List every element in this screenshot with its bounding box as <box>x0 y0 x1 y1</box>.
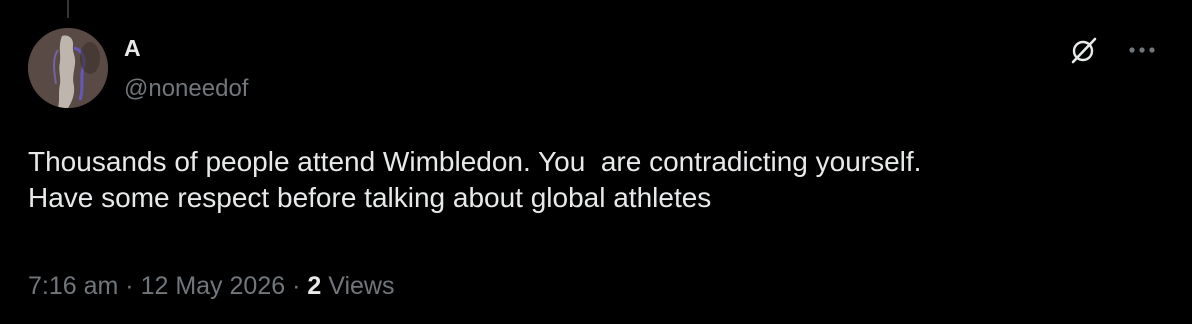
thread-connector-line <box>67 0 69 18</box>
views-count: 2 <box>307 272 322 300</box>
more-horizontal-icon <box>1129 47 1155 53</box>
avatar-image <box>28 28 108 108</box>
post-date[interactable]: 12 May 2026 <box>141 272 286 300</box>
author-handle[interactable]: @noneedof <box>124 74 248 104</box>
avatar[interactable] <box>28 28 108 108</box>
grok-icon <box>1071 37 1097 64</box>
post-text: Thousands of people attend Wimbledon. Yo… <box>28 146 922 213</box>
more-options-button[interactable] <box>1122 30 1162 70</box>
grok-button[interactable] <box>1064 30 1104 70</box>
post-metadata: 7:16 am · 12 May 2026 · 2 Views <box>28 270 394 302</box>
author-display-name[interactable]: A <box>124 34 141 62</box>
post-time[interactable]: 7:16 am <box>28 272 118 300</box>
views-label: Views <box>328 272 395 300</box>
meta-separator: · <box>125 272 134 300</box>
meta-separator: · <box>292 272 301 300</box>
